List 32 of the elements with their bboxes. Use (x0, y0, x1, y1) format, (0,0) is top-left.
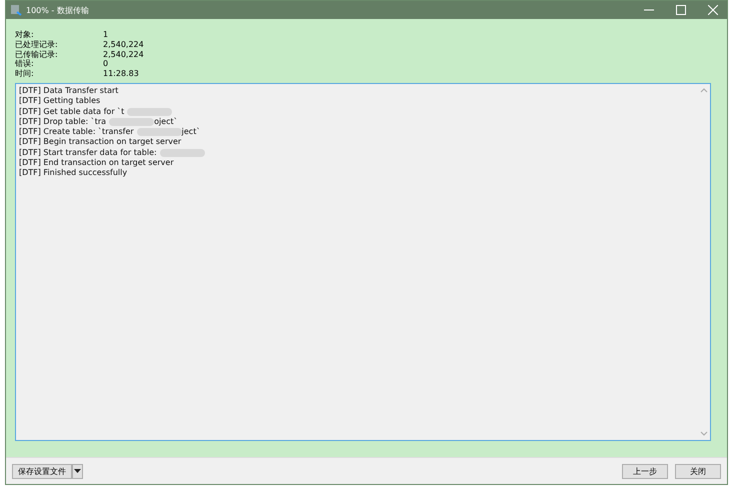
log-line: [DTF] End transaction on target server (19, 158, 174, 168)
log-line: [DTF] Getting tables (19, 96, 100, 107)
stat-value: 2,540,224 (103, 50, 145, 60)
maximize-icon (676, 5, 686, 15)
log-line: [DTF] Data Transfer start (19, 86, 118, 96)
dialog-button[interactable]: 关闭 (675, 464, 721, 478)
log-line: [DTF] Start transfer data for table: (19, 148, 157, 158)
dropdown-button[interactable] (72, 464, 83, 478)
log-line: [DTF] Get table data for `t (19, 106, 124, 117)
close-icon (708, 5, 718, 15)
log-line: ject` (182, 127, 200, 138)
stat-value: 2,540,224 (103, 40, 145, 50)
caret-icon (74, 469, 81, 473)
log-line: oject` (154, 116, 178, 128)
dialog-button[interactable]: 上一步 (622, 464, 668, 478)
scroll-down-icon (700, 431, 708, 437)
log-line: [DTF] Finished successfully (19, 168, 128, 179)
stat-label: 对象: (15, 30, 35, 40)
stat-label: 已处理记录: (15, 40, 59, 50)
scroll-up-icon (700, 86, 708, 93)
log-line: [DTF] Drop table: `tra (19, 116, 106, 128)
stat-label: 已传输记录: (15, 50, 59, 60)
stat-label: 时间: (15, 69, 35, 79)
stat-value: 11:28.83 (103, 69, 140, 79)
window-title: 100% - 数据传输 (26, 4, 89, 16)
stat-value: 1 (103, 30, 110, 40)
stat-value: 0 (103, 59, 110, 70)
save-profile-button[interactable]: 保存设置文件 (12, 464, 72, 478)
stat-label: 错误: (15, 59, 35, 70)
app-icon (10, 4, 22, 16)
log-line: [DTF] Create table: `transfer (19, 127, 134, 138)
log-line: [DTF] Begin transaction on target server (19, 137, 182, 148)
